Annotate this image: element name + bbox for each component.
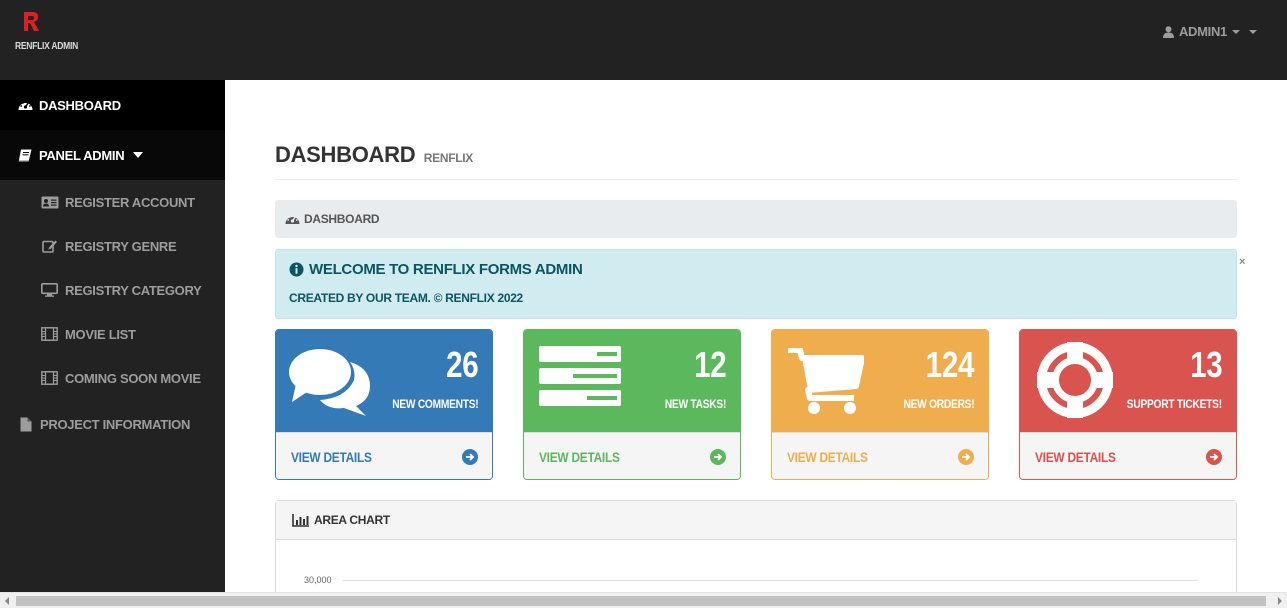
bar-chart-icon [292, 513, 310, 527]
view-details-link[interactable]: VIEW DETAILS [276, 432, 492, 479]
edit-icon [40, 239, 59, 253]
arrow-circle-right-icon [1206, 449, 1222, 465]
sidebar: DASHBOARD PANEL ADMIN REGISTER ACCOUNT R… [0, 80, 225, 608]
view-details-label: VIEW DETAILS [291, 449, 372, 465]
sidebar-item-registry-category[interactable]: REGISTRY CATEGORY [0, 268, 225, 312]
user-menu-dropdown[interactable]: ADMIN1 [1162, 24, 1257, 39]
film-icon [40, 371, 59, 385]
card-header: 124 NEW ORDERS! [772, 330, 988, 432]
tachometer-icon [285, 213, 300, 225]
card-value: 124 [925, 344, 974, 385]
alert-title: WELCOME TO RENFLIX FORMS ADMIN [309, 261, 583, 278]
chart-panel-heading: AREA CHART [276, 501, 1236, 540]
sidebar-item-project-information[interactable]: PROJECT INFORMATION [0, 402, 225, 446]
life-ring-icon [1037, 342, 1113, 418]
card-label: NEW TASKS! [664, 397, 727, 411]
chart-title: AREA CHART [314, 513, 390, 527]
sidebar-item-dashboard[interactable]: DASHBOARD [0, 80, 225, 130]
top-navbar: RENFLIX ADMIN ADMIN1 [0, 0, 1287, 80]
card-value: 13 [1189, 344, 1223, 385]
view-details-label: VIEW DETAILS [539, 449, 620, 465]
card-header: 13 SUPPORT TICKETS! [1020, 330, 1236, 432]
scrollbar-thumb[interactable] [16, 596, 1266, 606]
arrow-circle-right-icon [710, 449, 726, 465]
sidebar-item-movie-list[interactable]: MOVIE LIST [0, 312, 225, 356]
alert-title-row: WELCOME TO RENFLIX FORMS ADMIN [289, 261, 583, 278]
page-subtitle: RENFLIX [423, 151, 474, 165]
card-value: 12 [693, 344, 727, 385]
alert-close-button[interactable]: × [1239, 256, 1245, 268]
scroll-left-icon[interactable] [5, 597, 9, 605]
file-icon [18, 417, 34, 431]
tasks-icon [539, 346, 621, 406]
user-name: ADMIN1 [1178, 24, 1227, 39]
book-icon [17, 148, 33, 162]
chevron-down-icon [1249, 29, 1257, 34]
film-icon [40, 327, 59, 341]
sidebar-item-registry-genre[interactable]: REGISTRY GENRE [0, 224, 225, 268]
card-label: NEW ORDERS! [903, 397, 974, 411]
horizontal-scrollbar[interactable] [0, 592, 1287, 608]
breadcrumb-label: DASHBOARD [304, 212, 380, 226]
stat-card-tasks: 12 NEW TASKS! VIEW DETAILS [523, 329, 741, 480]
arrow-circle-right-icon [462, 449, 478, 465]
alert-text: CREATED BY OUR TEAM. © RENFLIX 2022 [289, 291, 523, 305]
welcome-alert: WELCOME TO RENFLIX FORMS ADMIN CREATED B… [275, 249, 1237, 319]
renflix-logo-icon[interactable] [22, 10, 40, 32]
sidebar-item-label: REGISTER ACCOUNT [65, 194, 195, 210]
sidebar-item-panel-admin[interactable]: PANEL ADMIN [0, 130, 225, 180]
sidebar-item-register-account[interactable]: REGISTER ACCOUNT [0, 180, 225, 224]
card-label: NEW COMMENTS! [391, 397, 478, 411]
stat-card-orders: 124 NEW ORDERS! VIEW DETAILS [771, 329, 989, 480]
card-header: 26 NEW COMMENTS! [276, 330, 492, 432]
user-icon [1162, 25, 1174, 38]
sidebar-item-label: REGISTRY CATEGORY [65, 282, 202, 298]
card-value: 26 [445, 344, 479, 385]
shopping-cart-icon [788, 348, 864, 414]
chart-gridline [342, 580, 1198, 581]
info-circle-icon [289, 262, 304, 277]
sidebar-item-label: MOVIE LIST [65, 326, 136, 342]
stat-card-comments: 26 NEW COMMENTS! VIEW DETAILS [275, 329, 493, 480]
page-title: DASHBOARD [275, 142, 416, 167]
view-details-link[interactable]: VIEW DETAILS [772, 432, 988, 479]
card-header: 12 NEW TASKS! [524, 330, 740, 432]
stat-card-support-tickets: 13 SUPPORT TICKETS! VIEW DETAILS [1019, 329, 1237, 480]
comments-icon [289, 349, 370, 416]
caret-down-icon [133, 152, 144, 158]
id-card-icon [40, 195, 59, 209]
scroll-right-icon[interactable] [1278, 597, 1282, 605]
sidebar-item-label: DASHBOARD [39, 97, 121, 113]
sidebar-item-label: PROJECT INFORMATION [40, 416, 191, 432]
y-axis-tick-label: 30,000 [304, 575, 332, 585]
desktop-icon [40, 283, 59, 297]
view-details-link[interactable]: VIEW DETAILS [1020, 432, 1236, 479]
breadcrumb: DASHBOARD [275, 200, 1237, 238]
sidebar-item-label: COMING SOON MOVIE [65, 370, 201, 386]
brand-name[interactable]: RENFLIX ADMIN [15, 41, 78, 52]
view-details-label: VIEW DETAILS [787, 449, 868, 465]
sidebar-item-coming-soon-movie[interactable]: COMING SOON MOVIE [0, 356, 225, 400]
arrow-circle-right-icon [958, 449, 974, 465]
card-label: SUPPORT TICKETS! [1126, 397, 1222, 411]
tachometer-icon [17, 98, 33, 112]
view-details-link[interactable]: VIEW DETAILS [524, 432, 740, 479]
page-header: DASHBOARD RENFLIX [275, 142, 1237, 180]
sidebar-item-label: PANEL ADMIN [39, 147, 125, 163]
chevron-down-icon [1232, 29, 1240, 34]
view-details-label: VIEW DETAILS [1035, 449, 1116, 465]
sidebar-item-label: REGISTRY GENRE [65, 238, 177, 254]
